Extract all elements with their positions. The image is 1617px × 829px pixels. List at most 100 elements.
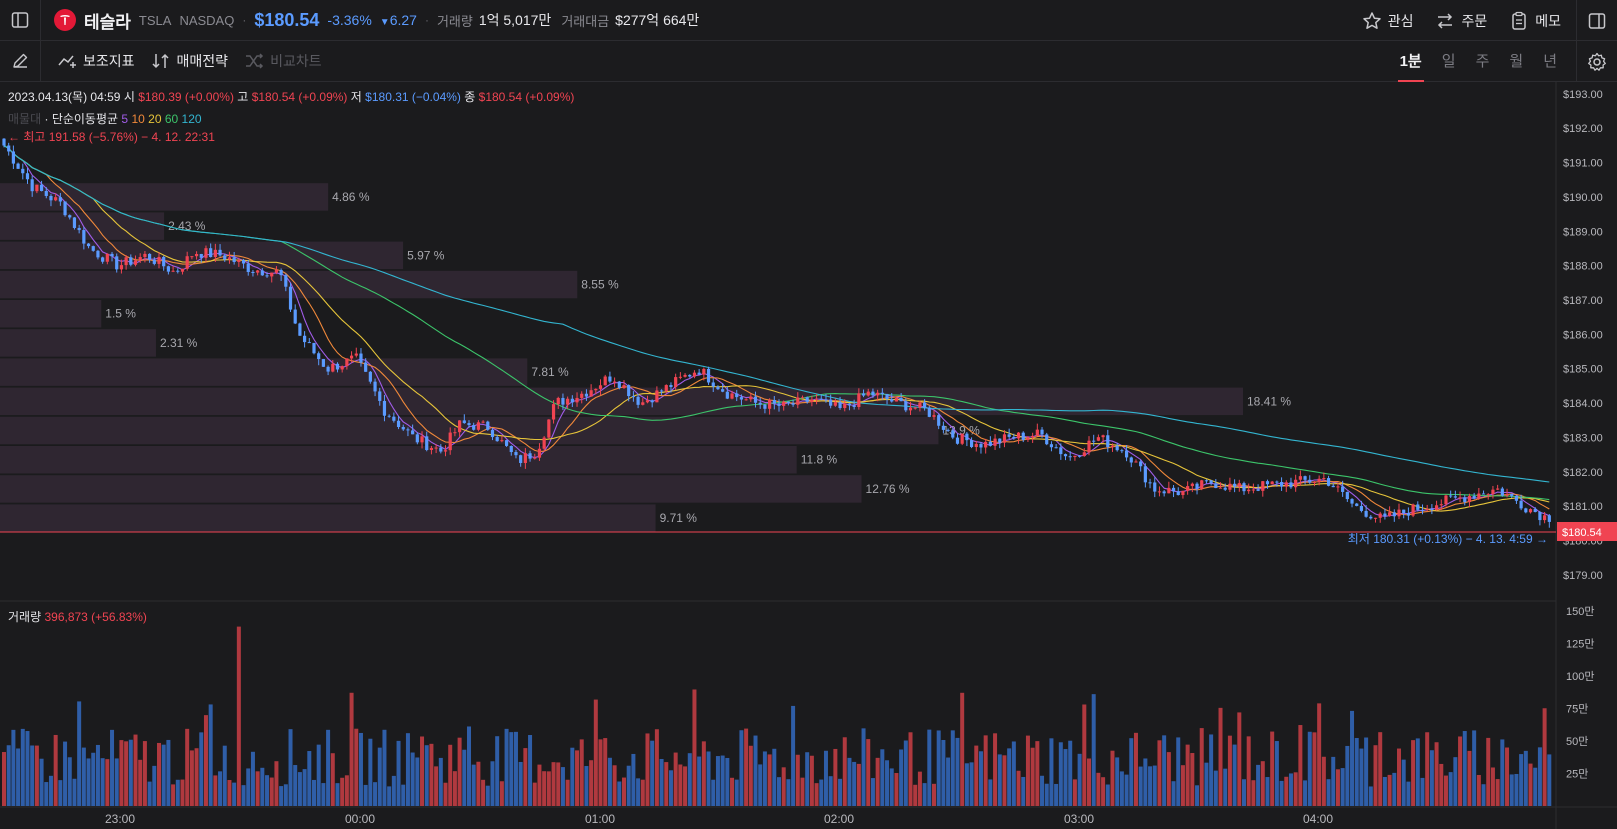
candle-body: [209, 248, 213, 258]
candle-body: [63, 201, 67, 216]
watchlist-button[interactable]: 관심: [1362, 11, 1413, 31]
volume-bar: [932, 783, 936, 806]
volume-bar: [218, 771, 223, 806]
volume-bar: [30, 745, 35, 806]
candle-body: [16, 163, 20, 169]
volume-bar: [960, 692, 965, 806]
indicators-button[interactable]: 보조지표: [57, 51, 135, 71]
volume-bar: [11, 729, 16, 806]
drawing-tool-button[interactable]: [0, 40, 41, 82]
candle-body: [556, 397, 560, 405]
chart-settings-button[interactable]: [1576, 41, 1617, 82]
volume-bar: [856, 763, 861, 806]
strategy-button[interactable]: 매매전략: [151, 51, 228, 71]
period-month[interactable]: 월: [1507, 41, 1525, 82]
period-day[interactable]: 일: [1440, 41, 1458, 82]
volume-bar: [274, 761, 279, 806]
volume-bar: [1162, 735, 1167, 806]
volume-bar: [1025, 735, 1030, 806]
candle-body: [829, 399, 833, 406]
chart-area[interactable]: 4.86 % 2.43 % 5.97 % 8.55 % 1.5 % 2.31 % 7.81 …: [0, 82, 1617, 829]
volume-bar: [1242, 779, 1246, 806]
left-panel-toggle[interactable]: [0, 0, 41, 41]
candle-body: [1176, 491, 1180, 496]
candle-body: [39, 184, 44, 191]
volume-bar: [1082, 704, 1087, 806]
ma20-legend: 20: [148, 112, 162, 126]
volume-bar: [1425, 732, 1430, 806]
ma-legend-label[interactable]: 단순이동평균: [52, 112, 118, 126]
candle-body: [1303, 476, 1307, 480]
volume-bar: [631, 753, 636, 806]
candle-body: [1467, 496, 1472, 503]
volume-bar: [1288, 773, 1293, 806]
candle-body: [467, 423, 471, 426]
volume-bar: [537, 764, 542, 806]
volume-bar: [762, 751, 767, 806]
candle-body: [974, 443, 978, 448]
candle-body: [1120, 450, 1124, 452]
volume-bar: [1373, 745, 1378, 806]
volume-bar: [63, 741, 68, 806]
candle-body: [1214, 483, 1218, 489]
band-legend[interactable]: 매물대: [8, 112, 41, 126]
volume-bar: [16, 748, 21, 806]
volume-bar: [438, 757, 443, 806]
time-axis-tick: 01:00: [585, 812, 615, 826]
volume-bar: [236, 626, 241, 806]
period-year[interactable]: 년: [1541, 41, 1559, 82]
candle-body: [21, 168, 25, 174]
candle-body: [194, 253, 199, 257]
tesla-t-icon: [60, 15, 70, 25]
ma10-legend: 10: [131, 112, 145, 126]
volume-bar: [1115, 757, 1120, 806]
volume-bar: [260, 767, 265, 806]
candle-body: [270, 272, 274, 277]
volume-bar: [697, 756, 702, 806]
gear-icon: [1588, 52, 1606, 71]
volume-profile-band: [0, 358, 528, 386]
volume-axis-tick: 25만: [1566, 768, 1588, 781]
period-week[interactable]: 주: [1474, 41, 1492, 82]
volume-bar: [683, 766, 688, 806]
volume-bar: [20, 728, 25, 806]
stock-name[interactable]: 테슬라: [84, 8, 131, 33]
turnover-label: 거래대금: [561, 13, 610, 29]
price-axis-tick: $189.00: [1563, 226, 1603, 238]
candle-body: [847, 403, 852, 406]
candle-body: [861, 393, 866, 396]
volume-bar: [194, 748, 199, 806]
volume-profile-label: 8.55 %: [581, 278, 619, 292]
candle-body: [965, 433, 969, 441]
volume-bar: [1265, 777, 1270, 806]
candle-body: [1364, 510, 1368, 517]
volume-bar: [823, 750, 828, 806]
candle-body: [1472, 496, 1476, 499]
volume-bar: [1152, 765, 1157, 806]
candle-body: [1228, 483, 1232, 490]
candle-body: [899, 397, 903, 402]
memo-button[interactable]: 메모: [1509, 11, 1561, 31]
volume-bar: [715, 756, 720, 806]
price-chart[interactable]: 4.86 % 2.43 % 5.97 % 8.55 % 1.5 % 2.31 % 7.81 …: [0, 82, 1617, 829]
volume-bar: [626, 765, 631, 806]
volume-bar: [1260, 761, 1265, 806]
volume-bar: [81, 747, 86, 806]
candle-body: [984, 441, 988, 448]
volume-bar: [1359, 748, 1364, 806]
compare-chart-button[interactable]: 비교차트: [244, 51, 322, 71]
candle-body: [777, 403, 781, 406]
period-1min[interactable]: 1분: [1397, 41, 1424, 82]
candle-body: [1496, 488, 1500, 490]
candle-body: [1012, 436, 1016, 439]
candle-body: [1045, 434, 1049, 445]
candle-body: [218, 249, 222, 256]
volume-bar: [1227, 735, 1232, 806]
volume-bar: [730, 777, 735, 806]
right-panel-toggle[interactable]: [1576, 0, 1617, 41]
volume-bar: [316, 744, 321, 806]
volume-bar: [34, 745, 39, 806]
volume-bar: [1368, 786, 1373, 806]
volume-bar: [175, 779, 180, 806]
order-button[interactable]: 주문: [1435, 11, 1487, 31]
